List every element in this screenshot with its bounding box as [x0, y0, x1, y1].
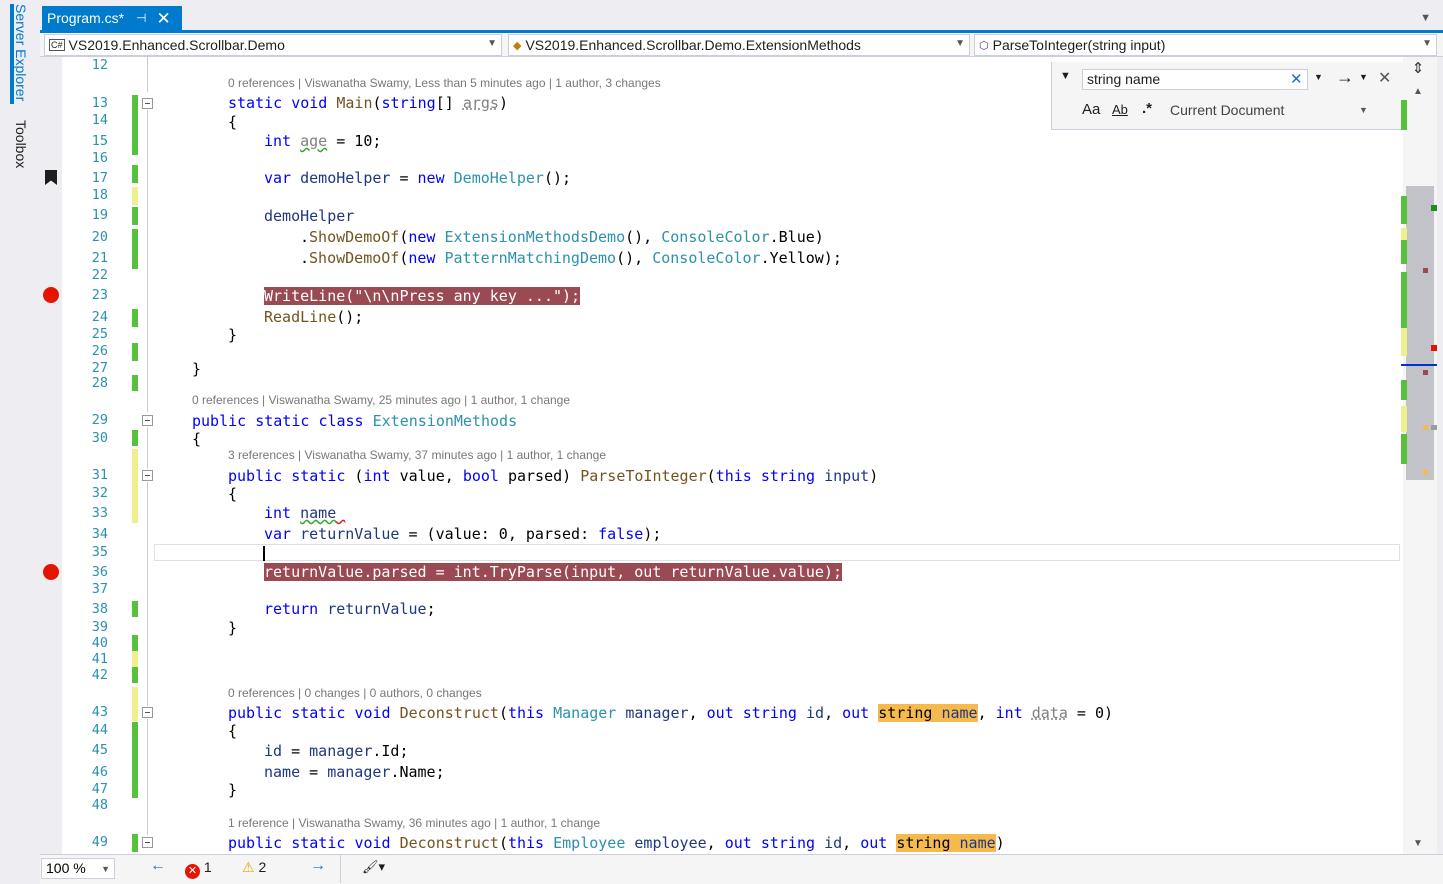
find-next-icon[interactable]: →: [1336, 67, 1354, 88]
navigate-forward-icon[interactable]: →: [310, 857, 326, 875]
warning-icon: ⚠: [242, 859, 255, 875]
code-line-43: public static void Deconstruct(this Mana…: [228, 704, 1114, 722]
collapse-deconstruct-icon[interactable]: [142, 707, 153, 718]
code-line-46: name = manager.Name;: [264, 763, 445, 781]
collapse-main-icon[interactable]: [142, 98, 153, 109]
tab-overflow-dropdown-icon[interactable]: ▼: [1420, 12, 1431, 24]
code-line-25: }: [228, 326, 238, 344]
codelens-ext-class[interactable]: 0 references | Viswanatha Swamy, 25 minu…: [192, 393, 570, 407]
breakpoint-icon[interactable]: [43, 564, 59, 580]
code-line-31: public static (int value, bool parsed) P…: [228, 467, 879, 485]
error-icon: ✕: [185, 864, 200, 879]
editor-status-bar: 100 % ▼ ← ✕ 1 ⚠ 2 → 🖌▾: [40, 854, 1443, 884]
find-input[interactable]: string name: [1082, 69, 1308, 90]
navigation-bar: C# VS2019.Enhanced.Scrollbar.Demo ▼ ◆ VS…: [40, 33, 1443, 57]
code-line-34: var returnValue = (value: 0, parsed: fal…: [264, 525, 662, 543]
method-icon: ⬡: [979, 39, 989, 52]
tab-title: Program.cs*: [47, 10, 125, 26]
caret-position-marker: [1401, 364, 1437, 366]
navigate-backward-icon[interactable]: ←: [150, 857, 166, 875]
regex-icon[interactable]: .*: [1142, 100, 1152, 117]
code-line-49: public static void Deconstruct(this Empl…: [228, 834, 1005, 852]
document-tab-bar: Program.cs* ⊣ ✕ ▼: [40, 0, 1443, 34]
server-explorer-tab[interactable]: Server Explorer: [13, 4, 29, 101]
code-line-17: var demoHelper = new DemoHelper();: [264, 169, 572, 187]
warning-count: 2: [258, 859, 267, 875]
toggle-replace-icon[interactable]: ▼: [1060, 70, 1071, 82]
code-line-13: static void Main(string[] args): [228, 94, 508, 112]
code-editor[interactable]: 12 13 14 15 16 17 18 19 20 21 22 23 24 2…: [40, 57, 1403, 854]
split-window-icon[interactable]: ⇕: [1405, 59, 1431, 79]
match-case-icon[interactable]: Aa: [1082, 101, 1100, 118]
chevron-down-icon: ▼: [101, 864, 110, 874]
pin-icon[interactable]: ⊣: [136, 11, 146, 25]
code-cleanup-icon[interactable]: 🖌▾: [362, 859, 385, 875]
search-history-icon[interactable]: ▼: [1314, 72, 1323, 82]
bookmark-icon[interactable]: [45, 170, 57, 185]
type-dropdown[interactable]: ◆ VS2019.Enhanced.Scrollbar.Demo.Extensi…: [508, 34, 970, 56]
warning-indicator[interactable]: ⚠ 2: [242, 859, 266, 876]
chevron-down-icon: ▼: [487, 38, 497, 49]
error-count: 1: [203, 859, 212, 875]
code-line-30: {: [192, 430, 202, 448]
divider: [340, 855, 341, 883]
codelens-deconstruct2[interactable]: 1 reference | Viswanatha Swamy, 36 minut…: [228, 816, 600, 830]
code-line-24: ReadLine();: [264, 308, 364, 326]
member-dropdown[interactable]: ⬡ ParseToInteger(string input) ▼: [974, 34, 1437, 56]
code-line-23-breakpoint: WriteLine("\n\nPress any key ...");: [264, 287, 581, 305]
csharp-project-icon: C#: [49, 39, 65, 51]
chevron-down-icon: ▼: [955, 38, 965, 49]
code-line-36-breakpoint: returnValue.parsed = int.TryParse(input,…: [264, 563, 842, 581]
match-whole-word-icon[interactable]: Ab: [1112, 102, 1128, 117]
collapse-deconstruct2-icon[interactable]: [142, 837, 153, 848]
visual-studio-window: Server Explorer Toolbox Program.cs* ⊣ ✕ …: [0, 0, 1443, 884]
code-line-27: }: [192, 360, 202, 378]
side-tool-strip: Server Explorer Toolbox: [0, 0, 40, 884]
scrollbar-thumb[interactable]: [1406, 186, 1434, 480]
codelens-main[interactable]: 0 references | Viswanatha Swamy, Less th…: [228, 76, 661, 90]
close-icon[interactable]: ✕: [156, 10, 170, 27]
chevron-down-icon: ▼: [1422, 38, 1432, 49]
member-name: ParseToInteger(string input): [992, 37, 1166, 53]
collapse-class-icon[interactable]: [142, 415, 153, 426]
chevron-down-icon: ▼: [1359, 105, 1368, 115]
code-line-20: .ShowDemoOf(new ExtensionMethodsDemo(), …: [300, 228, 824, 246]
project-dropdown[interactable]: C# VS2019.Enhanced.Scrollbar.Demo ▼: [44, 34, 502, 56]
collapse-parse-icon[interactable]: [142, 470, 153, 481]
find-options-icon[interactable]: ▼: [1359, 72, 1368, 82]
code-line-15: int age = 10;: [264, 132, 382, 150]
code-line-14: {: [228, 113, 238, 131]
project-name: VS2019.Enhanced.Scrollbar.Demo: [68, 37, 285, 53]
error-indicator[interactable]: ✕ 1: [185, 859, 212, 879]
code-line-29: public static class ExtensionMethods: [192, 412, 518, 430]
code-line-38: return returnValue;: [264, 600, 436, 618]
scroll-up-icon[interactable]: ▲: [1413, 86, 1423, 97]
code-line-45: id = manager.Id;: [264, 742, 409, 760]
code-line-44: {: [228, 722, 238, 740]
code-line-21: .ShowDemoOf(new PatternMatchingDemo(), C…: [300, 249, 842, 267]
breakpoint-icon[interactable]: [43, 287, 59, 303]
find-widget: ▼ string name ✕ ▼ → ▼ ✕ Aa Ab .* Current…: [1051, 62, 1403, 130]
codelens-parse[interactable]: 3 references | Viswanatha Swamy, 37 minu…: [228, 448, 606, 462]
current-line-highlight: [154, 544, 1400, 561]
close-find-icon[interactable]: ✕: [1378, 68, 1391, 88]
toolbox-tab[interactable]: Toolbox: [13, 120, 29, 168]
codelens-deconstruct[interactable]: 0 references | 0 changes | 0 authors, 0 …: [228, 686, 482, 700]
code-line-47: }: [228, 781, 238, 799]
text-caret: [263, 546, 265, 561]
clear-search-icon[interactable]: ✕: [1290, 70, 1303, 88]
tab-program-cs[interactable]: Program.cs* ⊣ ✕: [42, 6, 182, 30]
code-line-19: demoHelper: [264, 207, 355, 225]
search-scope-dropdown[interactable]: Current Document: [1170, 102, 1284, 118]
code-line-32: {: [228, 485, 238, 503]
scroll-down-icon[interactable]: ▼: [1413, 838, 1423, 849]
type-name: VS2019.Enhanced.Scrollbar.Demo.Extension…: [525, 37, 861, 53]
zoom-dropdown[interactable]: 100 % ▼: [41, 858, 115, 879]
glyph-margin[interactable]: [40, 57, 62, 854]
line-numbers: 12 13 14 15 16 17 18 19 20 21 22 23 24 2…: [91, 57, 108, 850]
class-icon: ◆: [513, 39, 522, 52]
code-line-33: int name: [264, 504, 337, 522]
code-line-39: }: [228, 619, 238, 637]
